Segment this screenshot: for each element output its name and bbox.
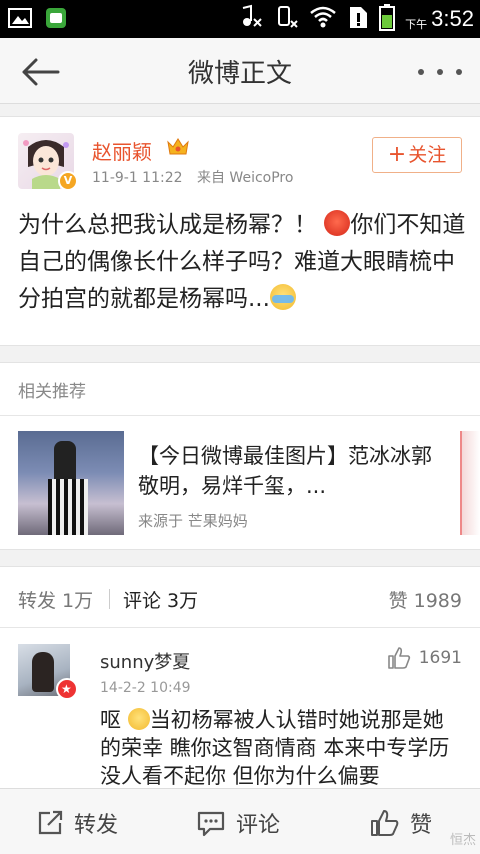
- tab-likes[interactable]: 赞 1989: [389, 586, 462, 613]
- tab-separator: [109, 589, 110, 609]
- vibrate-icon: [273, 4, 299, 34]
- sim-alert-icon: [347, 4, 369, 34]
- comment-date: 14-2-2 10:49: [100, 680, 191, 696]
- battery-icon: [379, 3, 396, 35]
- music-mute-icon: [237, 4, 263, 34]
- status-bar: 下午 3:52: [0, 0, 480, 38]
- status-ampm: 下午: [405, 18, 428, 31]
- tab-comments[interactable]: 评论 3万: [123, 586, 198, 613]
- like-label: 赞: [410, 813, 433, 838]
- related-section-title: 相关推荐: [18, 382, 86, 402]
- plus-icon: +: [387, 142, 407, 167]
- recommend-item-title[interactable]: 【今日微博最佳图片】范冰冰郭敬明，易烊千玺，...: [138, 441, 438, 501]
- follow-label: 关注: [408, 144, 447, 166]
- status-notifications: [8, 7, 68, 29]
- thumbnail-dress: [48, 479, 88, 535]
- post-card: V 赵丽颖 11-9-1 11:22 来自 WeicoPro + 关注 为什么总把…: [0, 116, 480, 346]
- recommend-item-source: 来源于 芒果妈妈: [138, 512, 248, 530]
- comment-bubble-icon: [197, 811, 225, 837]
- wifi-icon: [309, 5, 337, 33]
- related-recommendations: 相关推荐 【今日微博最佳图片】范冰冰郭敬明，易烊千玺，... 来源于 芒果妈妈: [0, 362, 480, 550]
- forward-label: 转发: [74, 813, 119, 838]
- bottom-action-bar: 转发 评论 赞 恒杰: [0, 788, 480, 854]
- thumbs-up-icon: [387, 647, 410, 669]
- thumbs-up-icon: [371, 810, 399, 836]
- crying-emoji-icon: [269, 284, 296, 310]
- angry-emoji-icon: [324, 210, 351, 236]
- app-header: 微博正文: [0, 38, 480, 104]
- more-dot: [456, 69, 462, 75]
- follow-button[interactable]: + 关注: [372, 137, 462, 173]
- gallery-notification-icon: [8, 7, 32, 29]
- forward-button[interactable]: 转发: [36, 807, 118, 839]
- verified-badge: V: [58, 171, 78, 191]
- post-date: 11-9-1 11:22: [92, 170, 183, 186]
- comment-item: sunny梦夏 14-2-2 10:49 1691 呕 当初杨幂被人认错时她说那…: [0, 628, 480, 788]
- watermark: 恒杰: [449, 833, 476, 848]
- tab-forwards[interactable]: 转发 1万: [18, 586, 93, 613]
- post-text-part1: 为什么总把我认成是杨幂？！: [18, 212, 317, 238]
- status-time: 3:52: [431, 6, 474, 31]
- commenter-star-badge: [56, 678, 78, 700]
- comment-like-count: 1691: [418, 648, 462, 668]
- recommend-next-card[interactable]: [460, 431, 480, 535]
- vip-crown-icon: [166, 136, 190, 158]
- comment-text-part2: 当初杨幂被人认错时她说那是她的荣幸 瞧你这智商情商 本来中专学历没人看不起你 但…: [100, 708, 450, 788]
- author-name[interactable]: 赵丽颖: [92, 136, 152, 165]
- page-title: 微博正文: [187, 59, 292, 89]
- more-dot: [437, 69, 443, 75]
- status-system-icons: 下午 3:52: [237, 0, 474, 38]
- divider: [0, 415, 480, 416]
- interaction-tabs: 转发 1万 评论 3万 赞 1989: [0, 566, 480, 628]
- post-meta: 11-9-1 11:22 来自 WeicoPro: [92, 167, 303, 187]
- post-source[interactable]: 来自 WeicoPro: [197, 170, 293, 186]
- comment-like-button[interactable]: 1691: [387, 646, 462, 670]
- comment-text: 呕 当初杨幂被人认错时她说那是她的荣幸 瞧你这智商情商 本来中专学历没人看不起你…: [100, 706, 464, 790]
- comment-button[interactable]: 评论: [196, 807, 280, 839]
- more-options-button[interactable]: [418, 52, 462, 92]
- avatar-figure: [32, 652, 54, 692]
- commenter-name[interactable]: sunny梦夏: [100, 648, 190, 674]
- comment-text-part1: 呕: [100, 708, 121, 732]
- post-body: 为什么总把我认成是杨幂？！ 你们不知道自己的偶像长什么样子吗？难道大眼睛梳中分拍…: [18, 207, 466, 318]
- laughing-tears-emoji-icon: [127, 708, 150, 730]
- recommend-thumbnail[interactable]: [18, 431, 124, 535]
- comment-label: 评论: [236, 813, 281, 838]
- share-edit-icon: [38, 810, 63, 835]
- app-notification-icon: [44, 7, 68, 29]
- thumbnail-figure: [54, 441, 76, 481]
- like-button[interactable]: 赞: [370, 807, 432, 839]
- more-dots-icon: [418, 69, 424, 75]
